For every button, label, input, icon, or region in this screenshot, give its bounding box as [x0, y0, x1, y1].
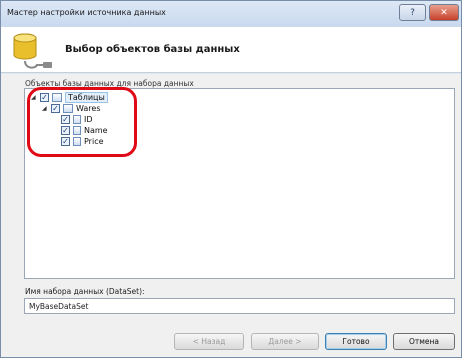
page-title: Выбор объектов базы данных — [65, 44, 240, 55]
help-icon: ? — [410, 7, 415, 18]
next-button[interactable]: Далее > — [251, 333, 319, 350]
window-title: Мастер настройки источника данных — [7, 8, 166, 17]
finish-button[interactable]: Готово — [325, 333, 387, 350]
dataset-name-label: Имя набора данных (DataSet): — [25, 287, 145, 296]
title-bar: Мастер настройки источника данных ? ✕ — [1, 1, 461, 27]
close-button[interactable]: ✕ — [429, 4, 459, 21]
cancel-button[interactable]: Отмена — [393, 333, 455, 350]
back-button[interactable]: < Назад — [174, 333, 244, 350]
help-button[interactable]: ? — [399, 4, 426, 21]
dataset-name-input[interactable] — [24, 298, 455, 314]
close-icon: ✕ — [440, 7, 448, 18]
wizard-header: Выбор объектов базы данных — [1, 27, 461, 73]
red-highlight-annotation — [27, 87, 137, 157]
database-plug-icon — [13, 33, 52, 69]
wizard-window: Мастер настройки источника данных ? ✕ Вы… — [0, 0, 462, 358]
